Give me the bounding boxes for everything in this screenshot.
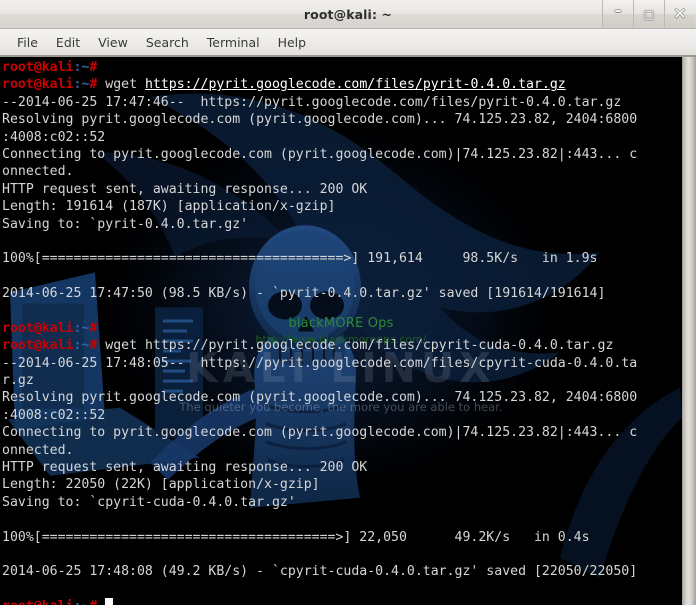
terminal-screen[interactable]: blackMORE Ops http://www.blackmoreops.co… xyxy=(0,57,682,605)
terminal-command: wget https://pyrit.googlecode.com/files/… xyxy=(105,338,614,354)
terminal-area: blackMORE Ops http://www.blackmoreops.co… xyxy=(0,57,696,605)
terminal-scrollbar[interactable] xyxy=(682,57,696,605)
close-icon: ✕ xyxy=(673,4,687,23)
prompt-user: root@kali xyxy=(2,60,74,75)
terminal-output-line: Connecting to pyrit.googlecode.com (pyri… xyxy=(2,425,638,441)
terminal-output-line: HTTP request sent, awaiting response... … xyxy=(2,459,368,475)
prompt-host: :~ xyxy=(73,599,89,605)
menu-item-edit[interactable]: Edit xyxy=(47,33,89,52)
terminal-output-line: :4008:c02::52 xyxy=(2,129,106,145)
prompt-user: root@kali xyxy=(2,77,74,93)
terminal-output-line: 2014-06-25 17:47:50 (98.5 KB/s) - `pyrit… xyxy=(2,286,606,302)
terminal-output[interactable]: root@kali:~# root@kali:~# wget https://p… xyxy=(0,57,682,605)
prompt-user: root@kali xyxy=(2,320,74,336)
prompt-host: :~ xyxy=(73,320,90,336)
close-button[interactable]: ✕ xyxy=(664,0,695,28)
prompt-host: :~ xyxy=(73,60,90,75)
prompt-host: :~ xyxy=(73,77,90,93)
menu-bar: File Edit View Search Terminal Help xyxy=(0,29,696,57)
terminal-output-line: onnected. xyxy=(2,442,74,458)
terminal-window: root@kali: ~ – □ ✕ File Edit View Search… xyxy=(0,0,696,605)
window-controls: – □ ✕ xyxy=(602,0,695,28)
terminal-prompt-line: root@kali:~# xyxy=(2,59,682,76)
scrollbar-thumb[interactable] xyxy=(683,57,695,605)
prompt-user: root@kali xyxy=(2,338,74,354)
menu-item-help[interactable]: Help xyxy=(269,33,316,52)
minimize-icon: – xyxy=(614,3,622,19)
terminal-output-line: Length: 22050 (22K) [application/x-gzip] xyxy=(2,477,320,493)
prompt-sigil: # xyxy=(89,599,105,605)
terminal-output-line: Resolving pyrit.googlecode.com (pyrit.go… xyxy=(2,112,638,128)
menu-item-search[interactable]: Search xyxy=(137,33,198,52)
title-bar[interactable]: root@kali: ~ – □ ✕ xyxy=(0,0,696,29)
terminal-output-line: 100%[===================================… xyxy=(2,251,598,267)
menu-item-file[interactable]: File xyxy=(8,33,47,52)
prompt-host: :~ xyxy=(73,338,90,354)
terminal-cursor xyxy=(105,598,114,605)
prompt-sigil: # xyxy=(89,338,106,354)
terminal-output-line: :4008:c02::52 xyxy=(2,407,106,423)
prompt-sigil: # xyxy=(89,60,106,75)
terminal-output-line: --2014-06-25 17:47:46-- https://pyrit.go… xyxy=(2,94,622,110)
minimize-button[interactable]: – xyxy=(602,0,633,28)
terminal-output-line: r.gz xyxy=(2,373,34,389)
prompt-sigil: # xyxy=(89,320,106,336)
terminal-output-line: Saving to: `cpyrit-cuda-0.4.0.tar.gz' xyxy=(2,494,296,510)
terminal-output-line: Connecting to pyrit.googlecode.com (pyri… xyxy=(2,146,638,162)
terminal-command: wget xyxy=(105,77,145,93)
terminal-prompt-line: root@kali:~# xyxy=(2,598,682,605)
terminal-prompt-line: root@kali:~# wget https://pyrit.googleco… xyxy=(2,76,682,93)
maximize-icon: □ xyxy=(643,7,655,21)
prompt-user: root@kali xyxy=(2,599,73,605)
menu-item-view[interactable]: View xyxy=(89,33,137,52)
window-title: root@kali: ~ xyxy=(303,6,393,22)
terminal-output-line: Length: 191614 (187K) [application/x-gzi… xyxy=(2,199,336,215)
terminal-url-link[interactable]: https://pyrit.googlecode.com/files/pyrit… xyxy=(145,77,566,92)
terminal-prompt-line: root@kali:~# wget https://pyrit.googleco… xyxy=(2,337,682,354)
terminal-output-line: 100%[===================================… xyxy=(2,529,590,545)
maximize-button[interactable]: □ xyxy=(633,0,664,28)
prompt-sigil: # xyxy=(89,77,106,93)
terminal-output-line: Resolving pyrit.googlecode.com (pyrit.go… xyxy=(2,390,638,406)
terminal-output-line: Saving to: `pyrit-0.4.0.tar.gz' xyxy=(2,216,249,232)
terminal-output-line: --2014-06-25 17:48:05-- https://pyrit.go… xyxy=(2,355,638,371)
terminal-output-line: 2014-06-25 17:48:08 (49.2 KB/s) - `cpyri… xyxy=(2,564,638,580)
terminal-prompt-line: root@kali:~# xyxy=(2,320,682,337)
terminal-output-line: HTTP request sent, awaiting response... … xyxy=(2,181,368,197)
menu-item-terminal[interactable]: Terminal xyxy=(198,33,269,52)
terminal-output-line: onnected. xyxy=(2,164,74,180)
